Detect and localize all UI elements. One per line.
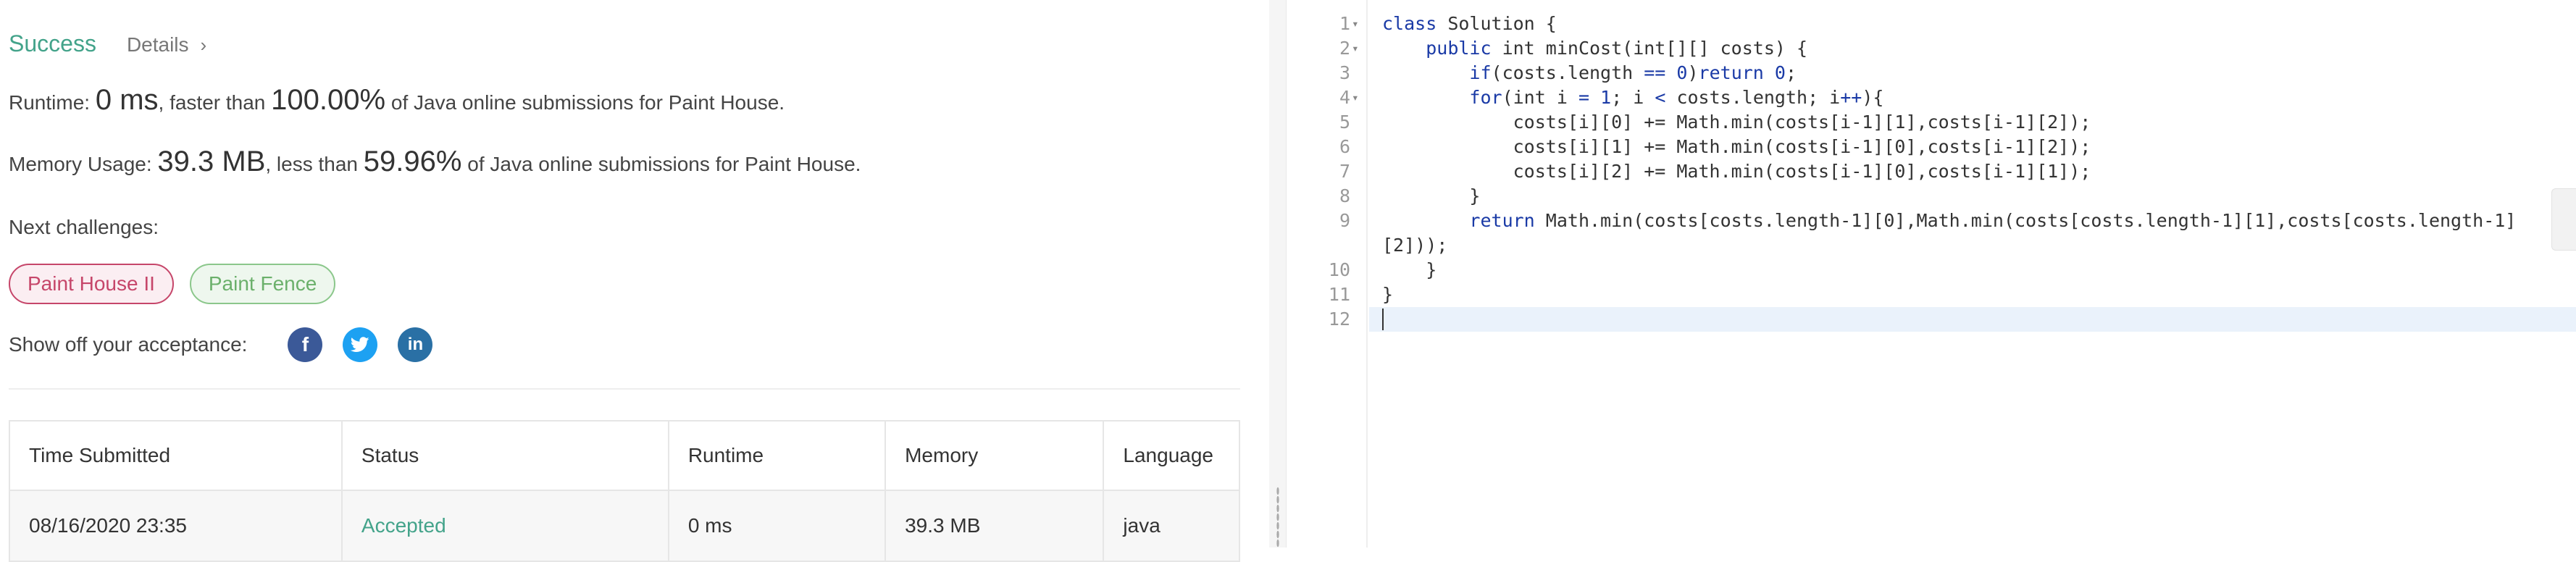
cell-memory: 39.3 MB: [886, 491, 1105, 561]
next-challenges-label: Next challenges:: [9, 216, 159, 238]
share-row: Show off your acceptance: f in: [9, 327, 453, 362]
code-line: for(int i = 1; i < costs.length; i++){: [1469, 87, 1884, 108]
line-number: 1: [1339, 13, 1350, 34]
submissions-table: Time Submitted Status Runtime Memory Lan…: [9, 420, 1240, 562]
details-label: Details: [126, 33, 189, 56]
share-label: Show off your acceptance:: [9, 333, 248, 356]
runtime-suffix: of Java online submissions for Paint Hou…: [390, 91, 785, 114]
cell-runtime: 0 ms: [669, 491, 887, 561]
cell-status: Accepted: [343, 491, 669, 561]
code-line: }: [1382, 284, 1394, 305]
line-number: 9: [1339, 210, 1350, 231]
twitter-bird-shape: [351, 337, 370, 352]
code-line: costs[i][1] += Math.min(costs[i-1][0],co…: [1382, 136, 2091, 157]
pane-splitter[interactable]: [1269, 0, 1287, 548]
chevron-right-icon: ›: [200, 33, 207, 56]
challenge-pills: Paint House II Paint Fence: [9, 264, 336, 304]
section-divider: [9, 388, 1240, 390]
code-line: }: [1382, 259, 1437, 280]
code-line: costs[i][0] += Math.min(costs[i-1][1],co…: [1382, 112, 2091, 133]
runtime-value: 0 ms: [95, 84, 159, 116]
status-row: Success Details ›: [9, 30, 206, 57]
linkedin-icon[interactable]: in: [398, 327, 433, 362]
line-number: 5: [1339, 112, 1350, 133]
memory-suffix: of Java online submissions for Paint Hou…: [467, 153, 861, 175]
line-number: 2: [1339, 38, 1350, 59]
cell-language: java: [1123, 514, 1161, 537]
drag-handle-icon[interactable]: [1276, 487, 1279, 548]
active-line-highlight: [1369, 307, 2576, 332]
header-memory: Memory: [886, 422, 1105, 490]
table-row: 08/16/2020 23:35 Accepted 0 ms 39.3 MB j…: [10, 490, 1239, 561]
header-runtime: Runtime: [669, 422, 887, 490]
table-header-row: Time Submitted Status Runtime Memory Lan…: [10, 422, 1239, 490]
fold-arrow-icon[interactable]: ▾: [1352, 85, 1359, 110]
fold-arrow-icon[interactable]: ▾: [1352, 36, 1359, 61]
memory-percent: 59.96%: [363, 146, 462, 177]
line-number: 7: [1339, 161, 1350, 182]
line-number: 8: [1339, 185, 1350, 206]
code-line: public int minCost(int[][] costs) {: [1426, 38, 1808, 59]
memory-mid: , less than: [265, 153, 359, 175]
cell-time-submitted: 08/16/2020 23:35: [10, 491, 343, 561]
line-number: 4: [1339, 87, 1350, 108]
line-number: 3: [1339, 62, 1350, 83]
line-number: 12: [1328, 309, 1350, 330]
code-line: }: [1382, 185, 1481, 206]
runtime-mid: , faster than: [158, 91, 266, 114]
editor-side-tab[interactable]: [2551, 188, 2576, 251]
details-link[interactable]: Details ›: [127, 33, 206, 56]
accepted-link[interactable]: Accepted: [361, 514, 446, 537]
code-area[interactable]: class Solution { public int minCost(int[…: [1368, 0, 2576, 548]
runtime-percent: 100.00%: [271, 84, 386, 116]
line-number: 6: [1339, 136, 1350, 157]
challenge-pill-paint-house-ii[interactable]: Paint House II: [9, 264, 174, 304]
line-number-gutter: 1 ▾ 2 ▾ 3 4 ▾ 5 6 7 8 9 10 11 12: [1287, 0, 1368, 548]
memory-label: Memory Usage:: [9, 153, 152, 175]
result-panel: Success Details › Runtime: 0 ms, faster …: [0, 0, 1269, 562]
facebook-icon[interactable]: f: [288, 327, 323, 362]
success-status: Success: [9, 30, 96, 56]
twitter-icon[interactable]: [343, 327, 378, 362]
memory-row: Memory Usage: 39.3 MB, less than 59.96% …: [9, 146, 861, 178]
runtime-row: Runtime: 0 ms, faster than 100.00% of Ja…: [9, 84, 785, 117]
code-line-wrap: [2]));: [1382, 235, 1448, 256]
code-editor[interactable]: 1 ▾ 2 ▾ 3 4 ▾ 5 6 7 8 9 10 11 12 class S…: [1287, 0, 2576, 548]
text-cursor: [1382, 309, 1384, 330]
memory-value: 39.3 MB: [157, 146, 266, 177]
fold-arrow-icon[interactable]: ▾: [1352, 12, 1359, 36]
code-line: class Solution {: [1382, 13, 1557, 34]
code-line: costs[i][2] += Math.min(costs[i-1][0],co…: [1382, 161, 2091, 182]
header-time-submitted: Time Submitted: [10, 422, 343, 490]
line-number: 11: [1328, 284, 1350, 305]
header-status: Status: [343, 422, 669, 490]
header-language: Language: [1123, 444, 1213, 466]
line-number: 10: [1328, 259, 1350, 280]
code-line: return Math.min(costs[costs.length-1][0]…: [1469, 210, 2517, 231]
challenge-pill-paint-fence[interactable]: Paint Fence: [189, 264, 336, 304]
runtime-label: Runtime:: [9, 91, 91, 114]
code-line: if(costs.length == 0)return 0;: [1469, 62, 1797, 83]
